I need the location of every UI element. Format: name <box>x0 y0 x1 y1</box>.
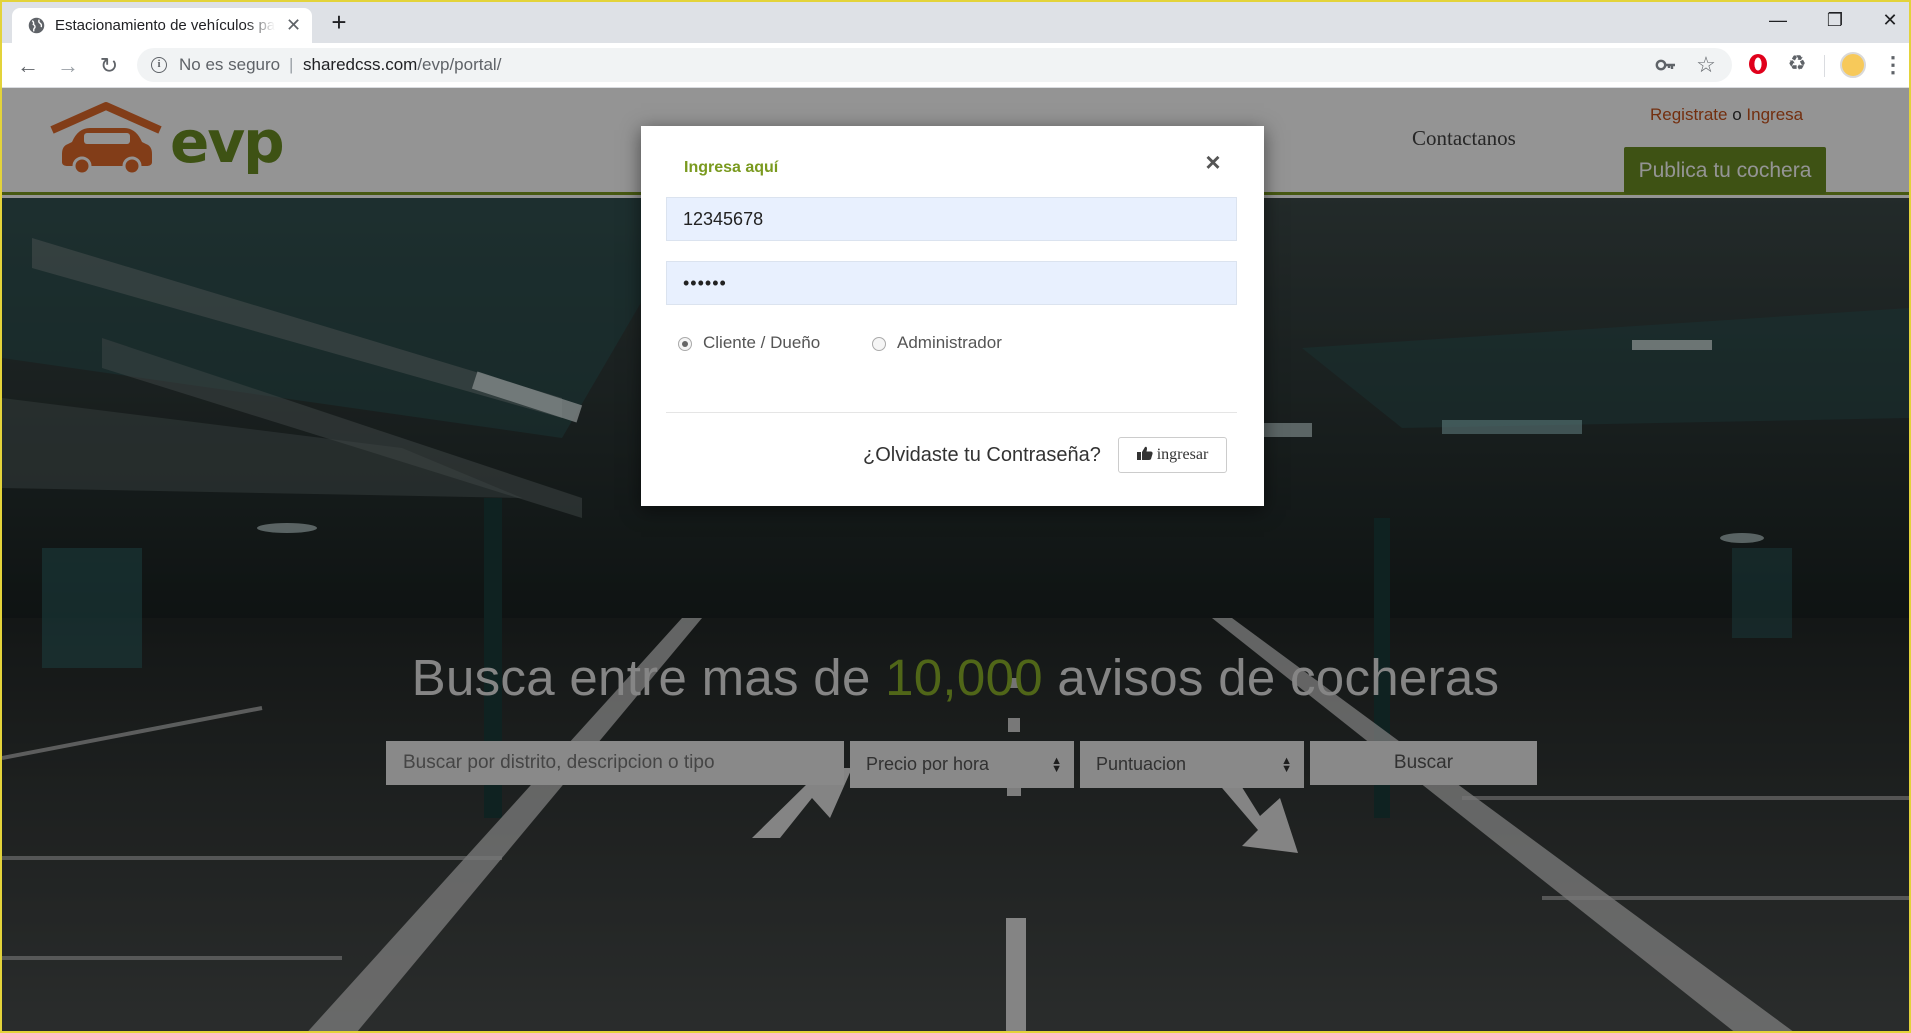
close-modal-button[interactable]: × <box>1201 148 1225 176</box>
role-radio-admin[interactable]: Administrador <box>872 331 1032 355</box>
url-path: /evp/portal/ <box>417 55 502 74</box>
security-label: No es seguro <box>179 55 281 74</box>
login-modal: Ingresa aquí × 12345678 •••••• Cliente /… <box>641 126 1264 506</box>
reload-icon[interactable]: ↻ <box>95 52 123 80</box>
browser-toolbar: ← → ↻ i No es seguro | sharedcss.com/evp… <box>2 43 1909 88</box>
modal-divider <box>666 412 1237 413</box>
url-text: sharedcss.com/evp/portal/ <box>303 55 501 75</box>
role-radio-label: Cliente / Dueño <box>703 333 821 352</box>
login-submit-label: ingresar <box>1156 446 1209 463</box>
restore-button[interactable]: ❐ <box>1807 2 1863 38</box>
minimize-button[interactable]: — <box>1750 2 1806 38</box>
profile-avatar[interactable] <box>1840 52 1866 78</box>
globe-icon <box>28 17 45 34</box>
opera-extension-icon[interactable] <box>1747 53 1769 75</box>
recycle-extension-icon[interactable]: ♻ <box>1785 53 1809 75</box>
new-tab-button[interactable]: + <box>326 9 352 36</box>
password-input[interactable]: •••••• <box>666 261 1237 305</box>
url-separator: | <box>289 55 294 74</box>
bookmark-star-icon[interactable]: ☆ <box>1695 54 1717 76</box>
thumbs-up-icon <box>1136 446 1153 460</box>
web-page: evp osotros Contactanos Registrate o Ing… <box>2 88 1909 1031</box>
info-icon[interactable]: i <box>151 57 167 73</box>
forgot-password-link[interactable]: ¿Olvidaste tu Contraseña? <box>863 444 1101 467</box>
login-submit-button[interactable]: ingresar <box>1118 437 1227 473</box>
toolbar-divider <box>1824 55 1825 77</box>
role-radio-label: Administrador <box>897 333 1002 352</box>
role-radio-client[interactable]: Cliente / Dueño <box>678 331 838 355</box>
tab-strip: Estacionamiento de vehículos para ✕ + — … <box>2 2 1909 43</box>
url-host: sharedcss.com <box>303 55 418 74</box>
modal-title: Ingresa aquí <box>684 159 779 176</box>
tab-title: Estacionamiento de vehículos para <box>55 17 275 34</box>
username-input[interactable]: 12345678 <box>666 197 1237 241</box>
close-tab-icon[interactable]: ✕ <box>284 16 303 35</box>
more-menu-icon[interactable]: ⋮ <box>1882 52 1904 78</box>
browser-window: Estacionamiento de vehículos para ✕ + — … <box>0 0 1911 1033</box>
address-bar[interactable]: i No es seguro | sharedcss.com/evp/porta… <box>137 48 1732 82</box>
close-window-button[interactable]: ✕ <box>1862 2 1909 38</box>
forward-arrow-icon[interactable]: → <box>54 52 82 80</box>
radio-selected-icon[interactable] <box>678 337 692 351</box>
key-icon[interactable] <box>1655 56 1677 74</box>
back-arrow-icon[interactable]: ← <box>14 52 42 80</box>
radio-unselected-icon[interactable] <box>872 337 886 351</box>
browser-tab[interactable]: Estacionamiento de vehículos para ✕ <box>12 8 312 43</box>
